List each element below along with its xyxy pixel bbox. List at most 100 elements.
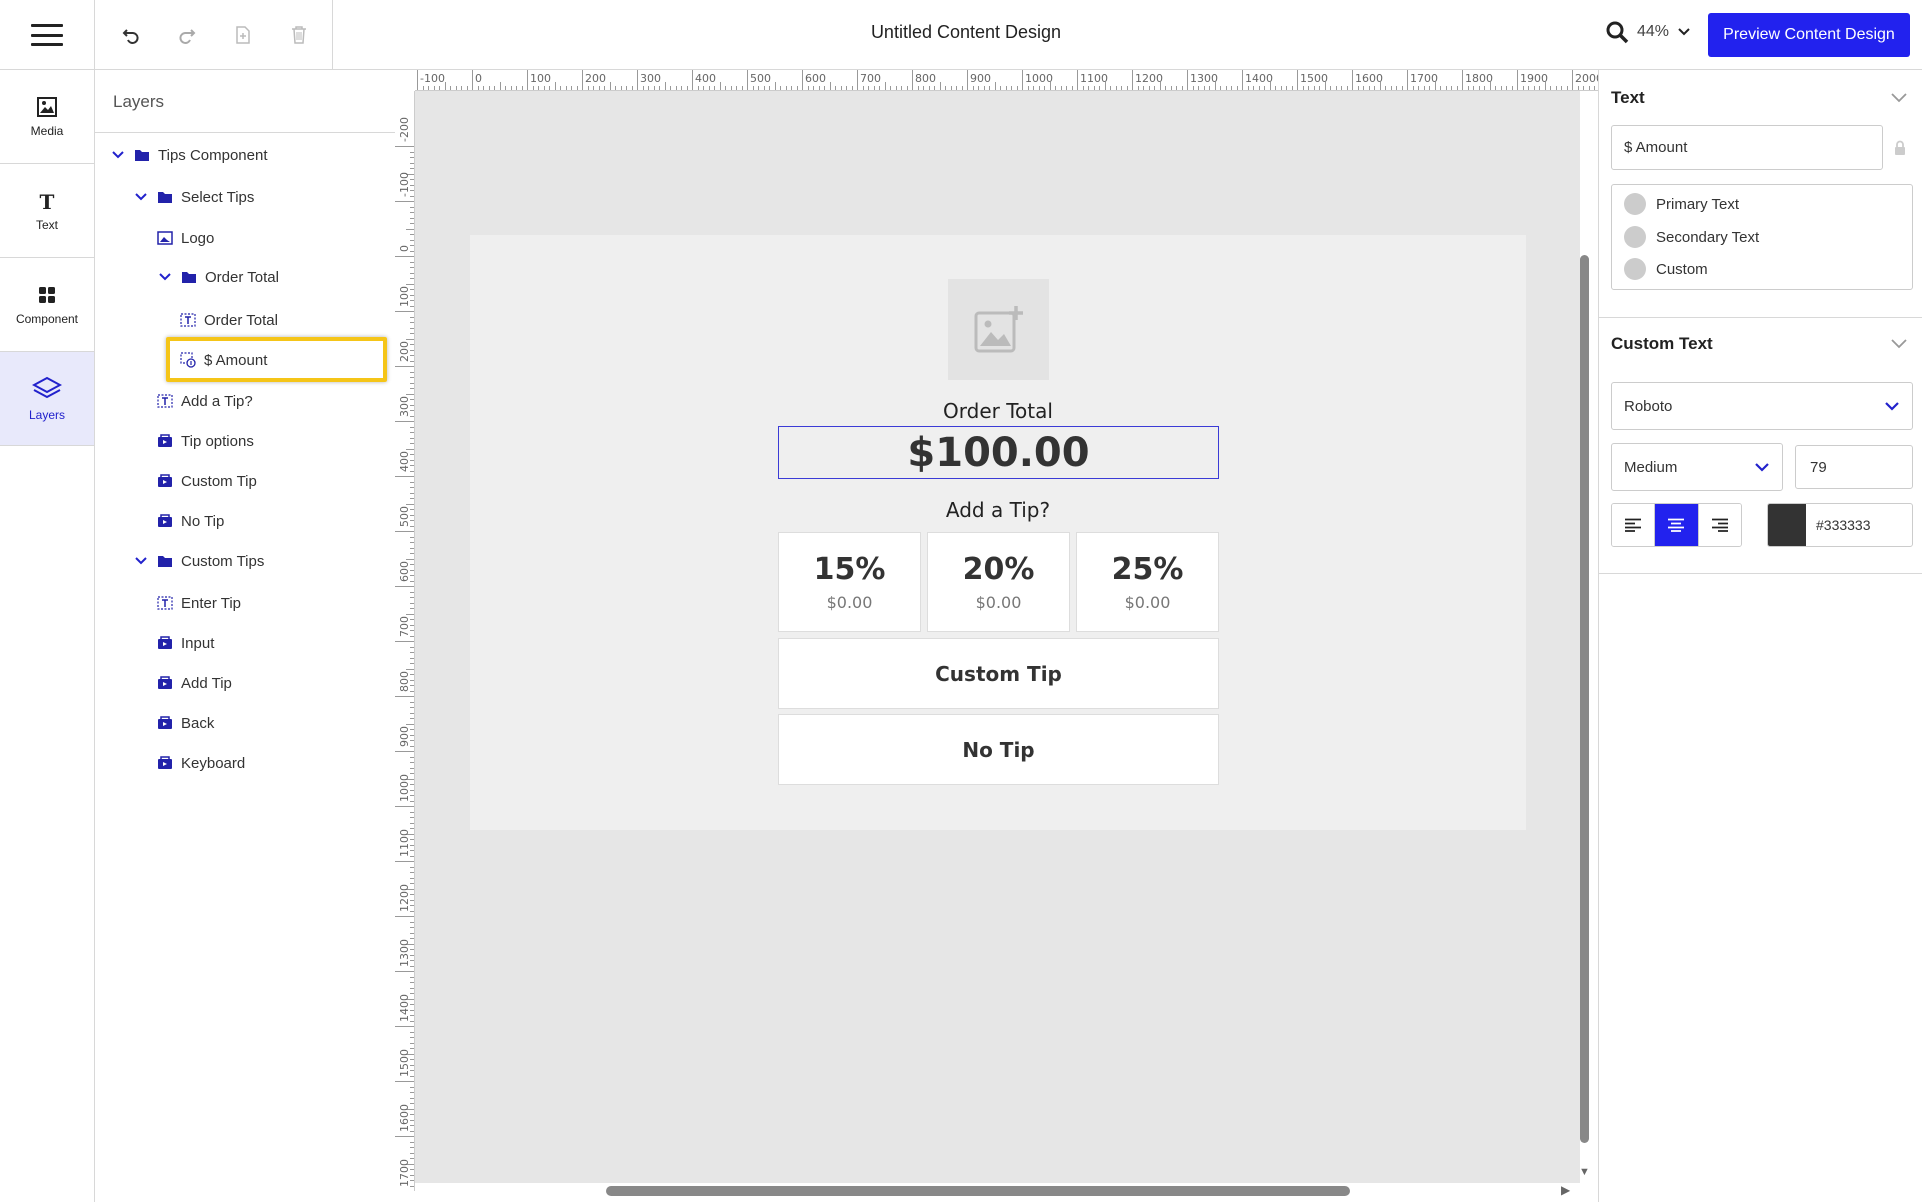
- text-value-field[interactable]: $ Amount: [1611, 125, 1883, 170]
- layer-item[interactable]: Add Tip: [157, 671, 232, 695]
- align-left-button[interactable]: [1612, 504, 1656, 546]
- align-center-button[interactable]: [1655, 504, 1699, 546]
- layer-item[interactable]: Back: [157, 711, 214, 735]
- font-size-input[interactable]: 79: [1795, 445, 1913, 489]
- ruler-tick: [406, 228, 414, 230]
- layer-item[interactable]: No Tip: [157, 509, 224, 533]
- ruler-label: 0: [398, 245, 411, 252]
- layer-item[interactable]: Tip options: [157, 429, 254, 453]
- duplicate-icon: [236, 26, 250, 44]
- ruler-tick: [1330, 86, 1331, 90]
- ruler-tick: [410, 1092, 414, 1093]
- chevron-down-icon[interactable]: [133, 192, 149, 202]
- logo-placeholder[interactable]: [948, 279, 1049, 380]
- text-field-icon: [180, 312, 196, 328]
- ruler-tick: [791, 86, 792, 90]
- rail-item-media[interactable]: Media: [0, 70, 94, 164]
- canvas[interactable]: Order Total $100.00 Add a Tip? 15% $0.00…: [415, 91, 1580, 1183]
- ruler-tick: [813, 86, 814, 90]
- ruler-tick: [1082, 86, 1084, 90]
- align-center-icon: [1668, 518, 1685, 532]
- chevron-down-icon[interactable]: [133, 556, 149, 566]
- align-left-icon: [1625, 518, 1642, 532]
- tip-option-25[interactable]: 25% $0.00: [1076, 532, 1219, 632]
- ruler-tick: [1055, 86, 1056, 90]
- layer-item[interactable]: Add a Tip?: [157, 389, 253, 413]
- scroll-right-arrow-icon[interactable]: ▶: [1561, 1183, 1570, 1197]
- ruler-tick: [1258, 86, 1260, 90]
- ruler-tick: [1572, 70, 1573, 90]
- ruler-tick: [560, 86, 561, 90]
- scroll-down-arrow-icon[interactable]: ▼: [1579, 1166, 1590, 1178]
- layer-item[interactable]: Keyboard: [157, 751, 245, 775]
- chevron-down-icon[interactable]: [157, 272, 173, 282]
- ruler-tick: [593, 86, 594, 90]
- ruler-tick: [1462, 70, 1463, 90]
- menu-button[interactable]: [0, 0, 95, 70]
- ruler-tick: [410, 718, 414, 719]
- lock-icon[interactable]: [1894, 140, 1906, 156]
- horizontal-scrollbar[interactable]: [606, 1186, 1350, 1196]
- undo-button[interactable]: [115, 19, 147, 51]
- font-family-select[interactable]: Roboto: [1611, 382, 1913, 430]
- layer-item[interactable]: Order Total: [180, 308, 278, 332]
- ruler-tick: [410, 767, 414, 769]
- no-tip-button[interactable]: No Tip: [778, 714, 1219, 785]
- layer-item[interactable]: Select Tips: [133, 185, 254, 209]
- ruler-tick: [1203, 86, 1205, 90]
- ruler-tick: [477, 86, 479, 90]
- order-total-label[interactable]: Order Total: [470, 399, 1526, 423]
- custom-tip-button[interactable]: Custom Tip: [778, 638, 1219, 709]
- ruler-tick: [1011, 86, 1012, 90]
- layer-label: Custom Tips: [181, 552, 265, 570]
- layer-item[interactable]: Tips Component: [110, 143, 268, 167]
- tip-option-20[interactable]: 20% $0.00: [927, 532, 1070, 632]
- color-swatch[interactable]: [1768, 504, 1806, 546]
- vertical-scrollbar[interactable]: [1580, 255, 1589, 1143]
- tip-percent: 15%: [813, 552, 886, 587]
- ruler-tick: [956, 86, 957, 90]
- chevron-down-icon[interactable]: [1890, 338, 1908, 350]
- chevron-down-icon[interactable]: [110, 150, 126, 160]
- ruler-tick: [1445, 86, 1447, 90]
- align-right-button[interactable]: [1698, 504, 1741, 546]
- rail-item-text[interactable]: T Text: [0, 164, 94, 258]
- font-weight-select[interactable]: Medium: [1611, 443, 1783, 491]
- add-tip-label[interactable]: Add a Tip?: [470, 498, 1526, 522]
- radio-primary-text[interactable]: Primary Text: [1624, 193, 1739, 215]
- text-color-field[interactable]: #333333: [1767, 503, 1913, 547]
- layer-item[interactable]: Logo: [157, 226, 214, 250]
- ruler-tick: [395, 476, 414, 477]
- layer-item[interactable]: Input: [157, 631, 214, 655]
- layer-item[interactable]: Custom Tip: [157, 469, 257, 493]
- ruler-label: -200: [398, 117, 411, 142]
- ruler-tick: [1132, 70, 1133, 90]
- ruler-tick: [1407, 70, 1408, 90]
- amount-text[interactable]: $100.00: [778, 426, 1219, 479]
- layer-item[interactable]: Order Total: [157, 265, 279, 289]
- artboard[interactable]: Order Total $100.00 Add a Tip? 15% $0.00…: [470, 235, 1526, 830]
- ruler-tick: [1566, 86, 1568, 90]
- zoom-control[interactable]: 44%: [1605, 20, 1691, 44]
- redo-button[interactable]: [171, 19, 203, 51]
- radio-custom[interactable]: Custom: [1624, 258, 1708, 280]
- ruler-tick: [994, 82, 996, 90]
- duplicate-button[interactable]: [227, 19, 259, 51]
- chevron-down-icon[interactable]: [1890, 92, 1908, 104]
- ruler-label: 1100: [398, 829, 411, 857]
- ruler-tick: [1423, 86, 1425, 90]
- layer-item[interactable]: Custom Tips: [133, 549, 264, 573]
- ruler-label: 400: [695, 72, 716, 85]
- delete-button[interactable]: [283, 19, 315, 51]
- chevron-down-icon: [1885, 402, 1899, 411]
- tip-option-15[interactable]: 15% $0.00: [778, 532, 921, 632]
- layer-item[interactable]: Enter Tip: [157, 591, 241, 615]
- rail-item-layers[interactable]: Layers: [0, 352, 94, 446]
- radio-secondary-text[interactable]: Secondary Text: [1624, 226, 1759, 248]
- preview-button[interactable]: Preview Content Design: [1708, 13, 1910, 57]
- ruler-label: 1800: [1465, 72, 1493, 85]
- ruler-tick: [1588, 86, 1590, 90]
- rail-item-component[interactable]: Component: [0, 258, 94, 352]
- layer-label: Enter Tip: [181, 594, 242, 612]
- ruler-tick: [466, 86, 468, 90]
